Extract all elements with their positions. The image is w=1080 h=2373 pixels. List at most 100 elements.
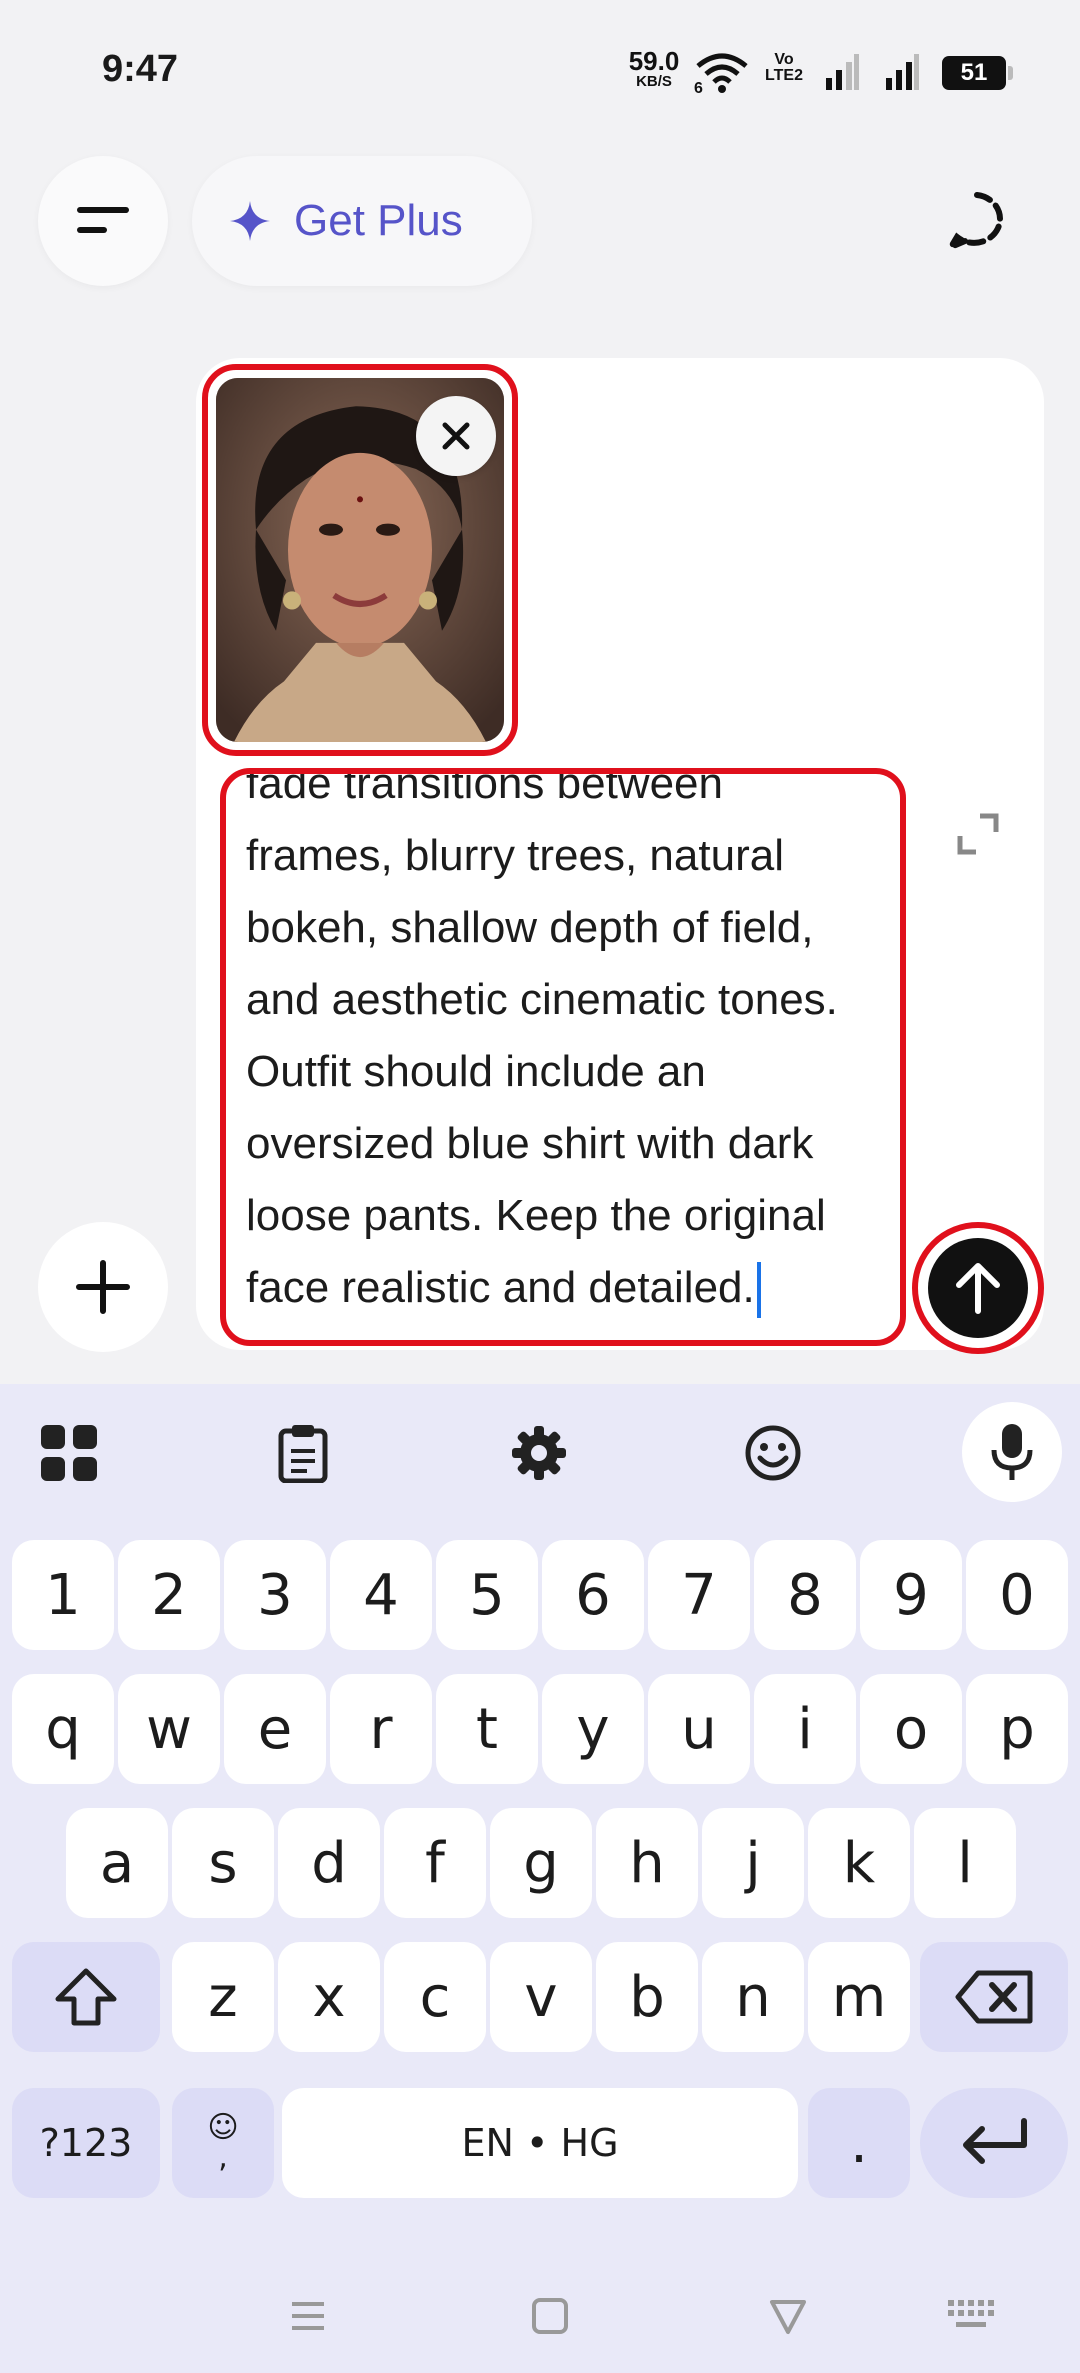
prompt-input-highlight[interactable]: fade transitions between frames, blurry … (220, 768, 906, 1346)
prompt-input[interactable]: fade transitions between frames, blurry … (246, 768, 896, 1324)
send-button-highlight (912, 1222, 1044, 1354)
emoji-comma-key[interactable]: ☺ , (172, 2088, 274, 2198)
get-plus-label: Get Plus (294, 196, 463, 245)
prompt-text: fade transitions between frames, blurry … (246, 768, 838, 1312)
arrow-up-icon (956, 1263, 1000, 1314)
key-g[interactable]: g (490, 1808, 592, 1918)
signal-sim2-icon (884, 52, 920, 97)
key-y[interactable]: y (542, 1674, 644, 1784)
period-key[interactable]: . (808, 2088, 910, 2198)
temporary-chat-icon (943, 192, 1003, 253)
temporary-chat-button[interactable] (912, 156, 1042, 286)
get-plus-button[interactable]: Get Plus (192, 156, 532, 286)
volte-bottom: LTE2 (765, 67, 803, 84)
clipboard-icon (278, 1425, 328, 1483)
space-key[interactable]: EN • HG (282, 2088, 798, 2198)
home-button[interactable] (520, 2286, 580, 2346)
shift-icon (55, 1968, 117, 2026)
volte-indicator: Vo LTE2 (760, 52, 808, 84)
backspace-key[interactable] (920, 1942, 1068, 2052)
send-button[interactable] (928, 1238, 1028, 1338)
plus-icon (76, 1260, 130, 1314)
network-speed-unit: KB/S (636, 73, 672, 90)
keyboard-switch-button[interactable] (942, 2286, 1002, 2346)
key-a[interactable]: a (66, 1808, 168, 1918)
key-b[interactable]: b (596, 1942, 698, 2052)
emoji-button[interactable] (732, 1412, 814, 1494)
key-4[interactable]: 4 (330, 1540, 432, 1650)
key-2[interactable]: 2 (118, 1540, 220, 1650)
clock: 9:47 (102, 48, 179, 90)
apps-icon (41, 1425, 97, 1481)
key-e[interactable]: e (224, 1674, 326, 1784)
key-1[interactable]: 1 (12, 1540, 114, 1650)
enter-icon (963, 2118, 1027, 2164)
key-z[interactable]: z (172, 1942, 274, 2052)
wifi-icon: 6 (694, 52, 750, 101)
menu-icon (77, 207, 129, 233)
shift-key[interactable] (12, 1942, 160, 2052)
keyboard-toolbar (0, 1384, 1080, 1524)
apps-button[interactable] (28, 1412, 110, 1494)
key-q[interactable]: q (12, 1674, 114, 1784)
key-t[interactable]: t (436, 1674, 538, 1784)
emoji-comma-top: ☺ (207, 2110, 239, 2145)
sparkle-icon (230, 201, 270, 241)
key-m[interactable]: m (808, 1942, 910, 2052)
key-i[interactable]: i (754, 1674, 856, 1784)
remove-attachment-button[interactable] (416, 396, 496, 476)
key-j[interactable]: j (702, 1808, 804, 1918)
key-h[interactable]: h (596, 1808, 698, 1918)
emoji-comma-bottom: , (218, 2140, 228, 2175)
recents-button[interactable] (278, 2286, 338, 2346)
settings-icon (512, 1426, 566, 1480)
keyboard-switch-icon (948, 2300, 994, 2327)
key-5[interactable]: 5 (436, 1540, 538, 1650)
key-l[interactable]: l (914, 1808, 1016, 1918)
expand-input-button[interactable] (950, 806, 1006, 862)
back-button[interactable] (758, 2286, 818, 2346)
key-n[interactable]: n (702, 1942, 804, 2052)
soft-keyboard: 1 2 3 4 5 6 7 8 9 0 q w e r t y u i o p … (0, 1384, 1080, 2373)
key-6[interactable]: 6 (542, 1540, 644, 1650)
key-r[interactable]: r (330, 1674, 432, 1784)
network-speed-value: 59.0 (628, 46, 680, 76)
expand-icon (957, 813, 999, 855)
key-9[interactable]: 9 (860, 1540, 962, 1650)
symbols-key[interactable]: ?123 (12, 2088, 160, 2198)
close-icon (442, 422, 470, 450)
network-speed: 59.0 KB/S (622, 48, 686, 89)
backspace-icon (955, 1970, 1033, 2024)
key-3[interactable]: 3 (224, 1540, 326, 1650)
add-attachment-button[interactable] (38, 1222, 168, 1352)
text-cursor (756, 1262, 761, 1319)
key-s[interactable]: s (172, 1808, 274, 1918)
key-v[interactable]: v (490, 1942, 592, 2052)
key-d[interactable]: d (278, 1808, 380, 1918)
wifi-badge: 6 (694, 80, 703, 97)
key-w[interactable]: w (118, 1674, 220, 1784)
recents-icon (292, 2302, 324, 2330)
voice-input-button[interactable] (962, 1402, 1062, 1502)
key-k[interactable]: k (808, 1808, 910, 1918)
back-icon (770, 2300, 806, 2334)
key-0[interactable]: 0 (966, 1540, 1068, 1650)
battery-indicator: 51 (942, 56, 1013, 90)
key-o[interactable]: o (860, 1674, 962, 1784)
key-c[interactable]: c (384, 1942, 486, 2052)
home-icon (532, 2298, 568, 2334)
key-p[interactable]: p (966, 1674, 1068, 1784)
key-8[interactable]: 8 (754, 1540, 856, 1650)
key-x[interactable]: x (278, 1942, 380, 2052)
menu-button[interactable] (38, 156, 168, 286)
mic-icon (991, 1424, 1033, 1480)
settings-button[interactable] (498, 1412, 580, 1494)
status-bar: 9:47 59.0 KB/S 6 Vo LTE2 51 (0, 0, 1080, 140)
enter-key[interactable] (920, 2088, 1068, 2198)
emoji-icon (745, 1425, 801, 1481)
key-f[interactable]: f (384, 1808, 486, 1918)
key-7[interactable]: 7 (648, 1540, 750, 1650)
signal-sim1-icon (824, 52, 860, 97)
key-u[interactable]: u (648, 1674, 750, 1784)
clipboard-button[interactable] (262, 1412, 344, 1494)
